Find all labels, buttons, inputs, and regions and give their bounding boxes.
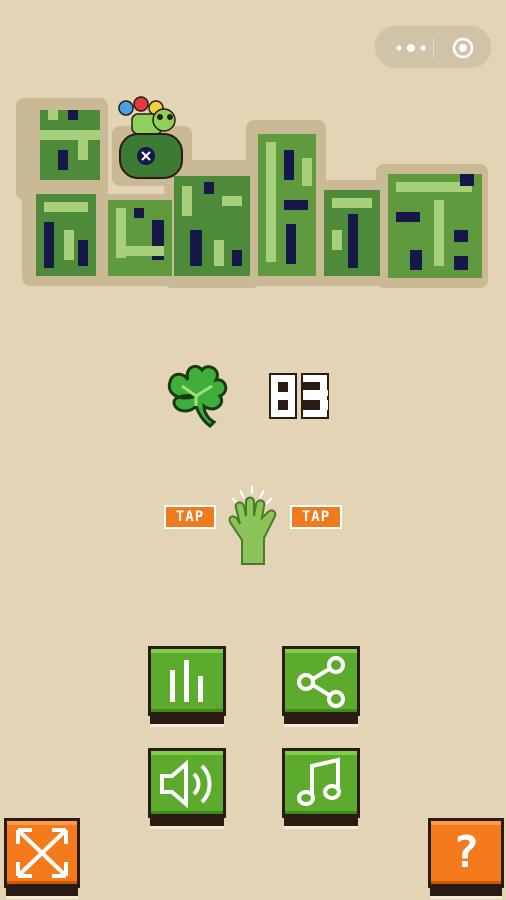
close-target-icon[interactable] [451,36,475,60]
music-button[interactable] [282,748,360,829]
share-icon [297,656,345,708]
sound-icon [160,759,212,809]
sound-button[interactable] [148,748,226,829]
tap-hand-icon [228,486,277,565]
leaderboard-icon [170,660,203,702]
game-title-logo [16,96,488,288]
tap-label-left: TAP [164,505,216,529]
leaderboard-button[interactable] [148,646,226,727]
more-dots-icon[interactable] [391,38,431,58]
share-button[interactable] [282,646,360,727]
music-icon [297,757,341,806]
score-display: 85 [269,373,329,419]
help-button[interactable]: ? [428,818,504,900]
fullscreen-button[interactable] [4,818,80,900]
capsule-menu [374,25,492,69]
capsule-divider [433,38,434,58]
fullscreen-arrows-icon [16,828,68,878]
clover-icon [167,364,228,428]
title-char-4 [388,174,482,278]
tap-label-right: TAP [290,505,342,529]
frog-balloon-icon [118,96,183,179]
help-question-label: ? [452,827,480,878]
title-char-2 [108,176,250,276]
